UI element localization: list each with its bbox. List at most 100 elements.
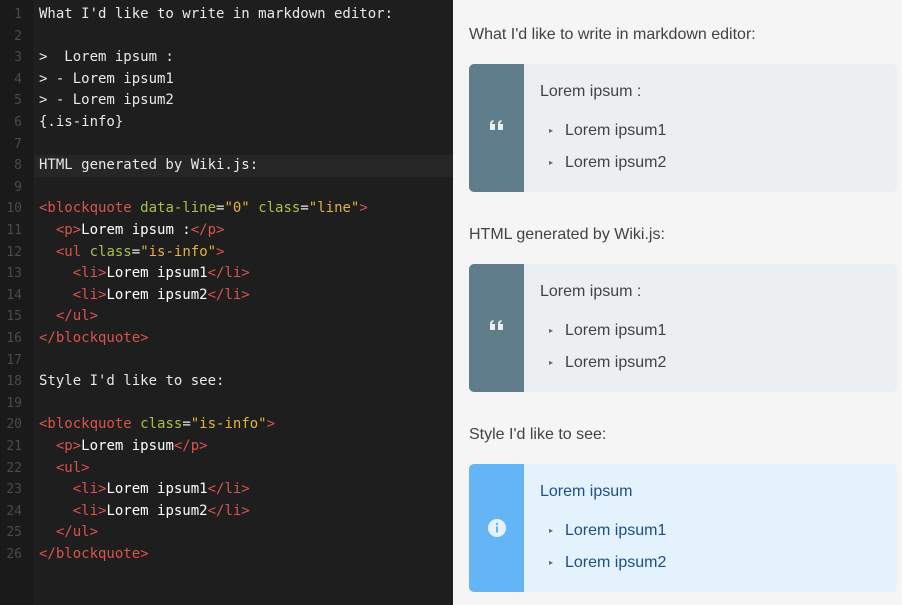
blockquote-info: Lorem ipsum ▸ Lorem ipsum1 ▸ Lorem ipsum2 [469,464,897,592]
code-line[interactable]: <p>Lorem ipsum</p> [39,436,453,458]
quote-icon [490,320,503,330]
html-tag: </blockquote> [39,546,149,562]
html-tag: <p> [55,438,82,454]
line-number: 9 [14,179,22,195]
code-text: HTML generated by Wiki.js: [39,157,259,174]
blockquote-bar [469,264,524,392]
blockquote-default: Lorem ipsum : ▸ Lorem ipsum1 ▸ Lorem ipsum… [469,264,897,392]
blockquote-bar [469,64,524,192]
list-item: ▸ Lorem ipsum1 [549,122,666,140]
line-number: 19 [6,395,22,411]
code-line[interactable]: <blockquote class="is-info"> [39,414,453,436]
html-tag: <p> [55,222,82,238]
html-attr: class [258,200,301,217]
code-text: > - Lorem ipsum2 [39,92,174,109]
code-line[interactable]: <li>Lorem ipsum1</li> [39,479,453,501]
bullet-icon: ▸ [549,558,554,567]
code-line[interactable]: {.is-info} [39,112,453,134]
bullet-icon: ▸ [549,126,554,135]
line-number: 23 [6,482,22,498]
list-item: ▸ Lorem ipsum1 [549,322,666,340]
list-item: ▸ Lorem ipsum1 [549,522,666,540]
line-number: 15 [6,309,22,325]
list-item-text: Lorem ipsum2 [565,354,667,371]
blockquote-title: Lorem ipsum : [540,283,642,300]
line-number-gutter: 1 2 3 4 5 6 7 8 9 10 11 12 13 14 15 16 1… [0,0,35,605]
code-text: Lorem ipsum2 [106,502,208,519]
code-line[interactable]: <ul> [39,458,453,480]
code-line-active[interactable]: HTML generated by Wiki.js: [35,155,453,177]
preview-pane: What I'd like to write in markdown edito… [453,0,902,605]
html-string: "line" [308,200,360,217]
line-number: 20 [6,417,22,433]
code-text: Lorem ipsum1 [106,481,208,498]
code-text: What I'd like to write in markdown edito… [39,6,394,22]
code-line[interactable]: What I'd like to write in markdown edito… [39,4,453,26]
equals: = [182,416,191,433]
html-tag: </li> [207,481,250,498]
line-number: 1 [14,7,22,22]
list-item: ▸ Lorem ipsum2 [549,554,666,572]
html-tag: <ul [55,243,82,260]
code-text: Lorem ipsum2 [106,286,208,303]
line-number: 17 [6,352,22,368]
code-line[interactable]: > - Lorem ipsum2 [39,90,453,112]
list-item-text: Lorem ipsum1 [565,522,667,539]
list-item: ▸ Lorem ipsum2 [549,154,666,172]
html-string: "is-info" [190,416,267,433]
line-number: 11 [6,223,22,238]
line-number: 10 [6,201,22,217]
bullet-icon: ▸ [549,326,554,335]
html-tag: </p> [173,438,208,454]
code-text: > - Lorem ipsum1 [39,70,174,87]
code-line[interactable]: </blockquote> [39,328,453,350]
code-text: Lorem ipsum [81,438,174,454]
line-number: 16 [6,331,22,346]
code-text: > Lorem ipsum : [39,49,174,66]
line-number: 7 [14,136,22,152]
html-tag: </li> [207,502,250,519]
list-item-text: Lorem ipsum2 [565,154,667,171]
html-tag: </ul> [55,308,99,325]
code-line[interactable]: </blockquote> [39,544,453,566]
blockquote-default: Lorem ipsum : ▸ Lorem ipsum1 ▸ Lorem ipsum… [469,64,897,192]
code-line[interactable]: <li>Lorem ipsum2</li> [39,285,453,307]
quote-icon [490,120,503,130]
code-line[interactable]: Style I'd like to see: [39,371,453,393]
info-icon [488,519,506,537]
markdown-editor[interactable]: 1 2 3 4 5 6 7 8 9 10 11 12 13 14 15 16 1… [0,0,453,605]
html-tag: <blockquote [39,416,132,433]
line-number: 2 [14,28,22,44]
code-line[interactable]: <ul class="is-info"> [39,242,453,264]
line-number: 12 [6,244,22,260]
blockquote-title: Lorem ipsum [540,483,633,500]
code-line[interactable]: </ul> [39,306,453,328]
code-text: Lorem ipsum1 [106,265,208,282]
code-line[interactable]: <li>Lorem ipsum2</li> [39,501,453,523]
line-number: 26 [6,547,22,562]
html-tag: <li> [72,481,107,498]
code-line[interactable]: > - Lorem ipsum1 [39,69,453,91]
line-number: 14 [6,287,22,303]
code-line[interactable]: <p>Lorem ipsum :</p> [39,220,453,242]
line-number: 8 [14,158,22,174]
bullet-icon: ▸ [549,526,554,535]
line-number: 3 [14,50,22,66]
list-item-text: Lorem ipsum1 [565,122,667,139]
code-line[interactable]: <li>Lorem ipsum1</li> [39,263,453,285]
blockquote-bar [469,464,524,592]
code-line[interactable]: <blockquote data-line="0" class="line"> [39,198,453,220]
bullet-icon: ▸ [549,358,554,367]
code-text: Lorem ipsum : [81,222,191,238]
line-number: 4 [14,71,22,87]
html-tag: </p> [190,222,225,238]
html-tag: > [359,200,368,217]
preview-heading: What I'd like to write in markdown edito… [469,26,756,43]
preview-heading: HTML generated by Wiki.js: [469,226,665,243]
blockquote-title: Lorem ipsum : [540,83,642,100]
equals: = [300,200,309,217]
code-line[interactable]: > Lorem ipsum : [39,47,453,69]
code-line[interactable]: </ul> [39,522,453,544]
html-attr: data-line [140,200,217,217]
html-tag: <li> [72,286,107,303]
